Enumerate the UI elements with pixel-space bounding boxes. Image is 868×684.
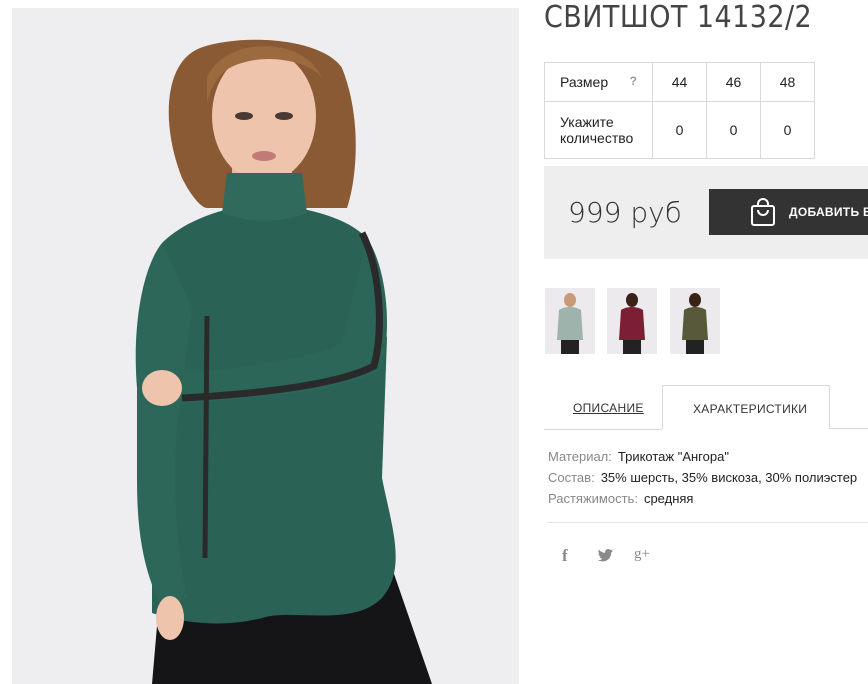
google-plus-icon[interactable]: g+ [634,546,650,563]
product-price: 999 руб [568,196,682,229]
tab-characteristics-label: ХАРАКТЕРИСТИКИ [693,402,808,416]
thumbnail-mint[interactable] [545,288,595,354]
size-help-icon[interactable]: ? [630,74,637,88]
spec-row-stretch: Растяжимость: средняя [548,488,857,509]
add-to-cart-label: ДОБАВИТЬ В [789,205,868,219]
characteristics-list: Материал: Трикотаж "Ангора" Состав: 35% ше… [548,446,857,509]
tab-description-label: ОПИСАНИЕ [573,401,644,415]
quantity-input-46[interactable]: 0 [706,101,761,159]
size-option-48: 48 [760,62,815,102]
product-title: СВИТШОТ 14132/2 [544,0,813,35]
size-option-46: 46 [706,62,761,102]
spec-key: Материал: [548,449,612,464]
product-tabs: ОПИСАНИЕ ХАРАКТЕРИСТИКИ [544,385,868,430]
spec-row-material: Материал: Трикотаж "Ангора" [548,446,857,467]
tabs-underline [830,428,868,429]
quantity-label-cell: Укажите количество [544,101,653,159]
twitter-icon[interactable] [597,549,613,567]
quantity-input-44[interactable]: 0 [652,101,707,159]
divider [548,522,868,523]
size-quantity-table: Размер ? 44 46 48 Укажите количество 0 0… [544,62,815,159]
price-bar: 999 руб ДОБАВИТЬ В [544,166,868,259]
spec-key: Растяжимость: [548,491,638,506]
quantity-label-line1: Укажите [560,114,614,130]
spec-key: Состав: [548,470,595,485]
tab-characteristics[interactable]: ХАРАКТЕРИСТИКИ [662,385,830,429]
spec-value: средняя [643,491,694,506]
size-label: Размер [560,74,609,90]
size-label-cell: Размер ? [544,62,653,102]
shopping-bag-icon [750,197,776,230]
facebook-icon[interactable]: f [562,546,568,566]
thumbnail-olive[interactable] [670,288,720,354]
spec-row-composition: Состав: 35% шерсть, 35% вискоза, 30% поли… [548,467,857,488]
tab-description[interactable]: ОПИСАНИЕ [544,385,662,430]
quantity-label-line2: количество [560,130,634,146]
quantity-input-48[interactable]: 0 [760,101,815,159]
product-main-image[interactable] [12,8,519,684]
spec-value: 35% шерсть, 35% вискоза, 30% полиэстер [600,470,858,485]
spec-value: Трикотаж "Ангора" [617,449,729,464]
add-to-cart-button[interactable]: ДОБАВИТЬ В [709,189,868,235]
size-option-44: 44 [652,62,707,102]
thumbnail-burgundy[interactable] [607,288,657,354]
